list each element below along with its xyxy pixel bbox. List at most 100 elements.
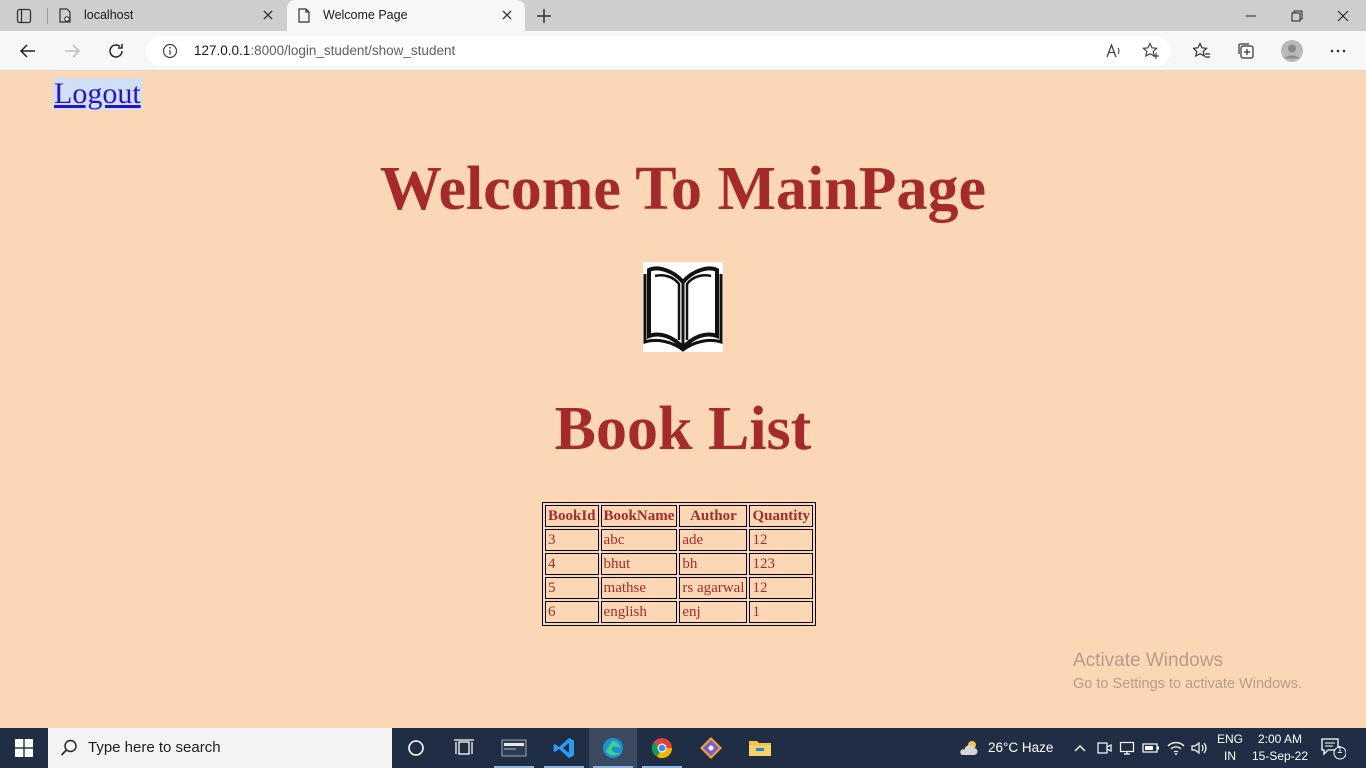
weather-icon[interactable] xyxy=(958,739,980,757)
task-view-button[interactable] xyxy=(440,728,488,768)
cell-bookid: 4 xyxy=(545,553,599,575)
system-clock[interactable]: 2:00 AM 15-Sep-22 xyxy=(1250,731,1310,765)
language-code: ENG xyxy=(1216,732,1243,746)
clock-date: 15-Sep-22 xyxy=(1251,749,1309,763)
cortana-button[interactable] xyxy=(392,728,440,768)
tab-welcome-page[interactable]: Welcome Page xyxy=(287,0,525,31)
restore-button[interactable] xyxy=(1274,0,1320,31)
read-aloud-icon[interactable] xyxy=(1105,42,1123,60)
taskbar-app-mysql[interactable] xyxy=(490,728,538,768)
taskbar-app-vscode[interactable] xyxy=(540,728,588,768)
book-logo-image xyxy=(643,262,723,352)
add-favorite-icon[interactable] xyxy=(1142,42,1160,60)
table-header-row: BookId BookName Author Quantity xyxy=(545,505,813,527)
cell-author: ade xyxy=(679,529,748,551)
watermark-subtitle: Go to Settings to activate Windows. xyxy=(1073,676,1302,692)
show-hidden-icons-icon[interactable] xyxy=(1071,739,1089,757)
minimize-button[interactable] xyxy=(1228,0,1274,31)
cell-bookname: mathse xyxy=(600,577,678,599)
cell-bookid: 3 xyxy=(545,529,599,551)
page-icon xyxy=(298,8,310,23)
table-row: 5 mathse rs agarwal 12 xyxy=(545,577,813,599)
page-icon xyxy=(59,8,71,23)
watermark-title: Activate Windows xyxy=(1073,650,1223,671)
favorites-icon xyxy=(1193,42,1210,58)
battery-icon[interactable] xyxy=(1142,739,1160,757)
windows-taskbar: Type here to search 26°C Haze ENG IN 2:0… xyxy=(0,728,1366,768)
vscode-icon xyxy=(553,738,574,758)
taskbar-app-chrome[interactable] xyxy=(638,728,686,768)
volume-icon[interactable] xyxy=(1190,739,1208,757)
logout-link[interactable]: Logout xyxy=(53,78,142,110)
wifi-icon[interactable] xyxy=(1167,739,1185,757)
weather-text[interactable]: 26°C Haze xyxy=(988,740,1053,755)
start-button[interactable] xyxy=(0,728,48,768)
forward-arrow-icon xyxy=(65,44,81,58)
activate-windows-watermark: Activate Windows Go to Settings to activ… xyxy=(1073,650,1302,692)
tab-localhost[interactable]: localhost xyxy=(48,0,286,31)
address-bar[interactable]: 127.0.0.1:8000/login_student/show_studen… xyxy=(146,36,1171,66)
column-header-bookid: BookId xyxy=(545,505,599,527)
column-header-bookname: BookName xyxy=(600,505,678,527)
input-language-indicator[interactable]: ENG IN xyxy=(1215,731,1245,765)
url-text[interactable]: 127.0.0.1:8000/login_student/show_studen… xyxy=(194,43,455,58)
open-book-icon xyxy=(643,266,723,352)
page-title: Welcome To MainPage xyxy=(379,155,987,223)
chrome-icon xyxy=(651,738,673,759)
meet-now-icon[interactable] xyxy=(1095,739,1113,757)
book-list-heading: Book List xyxy=(554,395,812,463)
forward-button[interactable] xyxy=(60,39,84,63)
collections-icon xyxy=(1238,43,1254,59)
folder-icon xyxy=(749,741,771,756)
mysql-app-icon xyxy=(501,739,527,757)
region-code: IN xyxy=(1224,749,1236,763)
taskbar-app-edge[interactable] xyxy=(589,728,637,768)
tab-actions-button[interactable] xyxy=(0,0,48,31)
cell-bookname: abc xyxy=(600,529,678,551)
column-header-quantity: Quantity xyxy=(749,505,813,527)
settings-more-button[interactable] xyxy=(1326,39,1350,63)
more-options-icon xyxy=(1330,49,1346,53)
windows-logo-icon xyxy=(15,739,33,757)
cell-bookname: bhut xyxy=(600,553,678,575)
close-tab-icon[interactable] xyxy=(499,7,515,23)
cell-bookid: 5 xyxy=(545,577,599,599)
search-icon xyxy=(60,739,77,756)
table-row: 4 bhut bh 123 xyxy=(545,553,813,575)
cell-author: rs agarwal xyxy=(679,577,748,599)
cell-author: bh xyxy=(679,553,748,575)
favorites-button[interactable] xyxy=(1190,39,1214,63)
taskbar-app-git[interactable] xyxy=(687,728,735,768)
taskbar-search-box[interactable]: Type here to search xyxy=(48,728,392,768)
tab-title: localhost xyxy=(84,8,134,22)
edge-browser-icon xyxy=(603,738,623,758)
browser-toolbar: 127.0.0.1:8000/login_student/show_studen… xyxy=(0,31,1366,71)
restore-icon xyxy=(1291,10,1303,21)
book-table: BookId BookName Author Quantity 3 abc ad… xyxy=(542,502,816,626)
close-icon xyxy=(1337,10,1349,21)
table-row: 6 english enj 1 xyxy=(545,601,813,623)
git-tool-icon xyxy=(700,737,722,759)
refresh-button[interactable] xyxy=(104,39,128,63)
url-path: :8000/login_student/show_student xyxy=(250,43,456,58)
monitor-icon[interactable] xyxy=(1118,739,1136,757)
back-button[interactable] xyxy=(16,39,40,63)
collections-button[interactable] xyxy=(1234,39,1258,63)
tab-actions-icon xyxy=(16,8,32,23)
clock-time: 2:00 AM xyxy=(1257,732,1303,746)
notification-center-button[interactable]: 1 xyxy=(1320,736,1347,760)
table-row: 3 abc ade 12 xyxy=(545,529,813,551)
cell-quantity: 12 xyxy=(749,577,813,599)
url-host: 127.0.0.1 xyxy=(194,43,251,58)
browser-tab-bar: localhost Welcome Page xyxy=(0,0,1366,31)
cell-bookname: english xyxy=(600,601,678,623)
minimize-icon xyxy=(1246,15,1256,16)
taskbar-app-file-explorer[interactable] xyxy=(736,728,784,768)
close-window-button[interactable] xyxy=(1320,0,1366,31)
site-info-icon[interactable] xyxy=(162,43,178,59)
close-tab-icon[interactable] xyxy=(260,7,276,23)
cortana-circle-icon xyxy=(408,740,424,756)
new-tab-icon[interactable] xyxy=(533,5,555,27)
profile-button[interactable] xyxy=(1280,39,1304,63)
task-view-icon xyxy=(454,739,474,755)
